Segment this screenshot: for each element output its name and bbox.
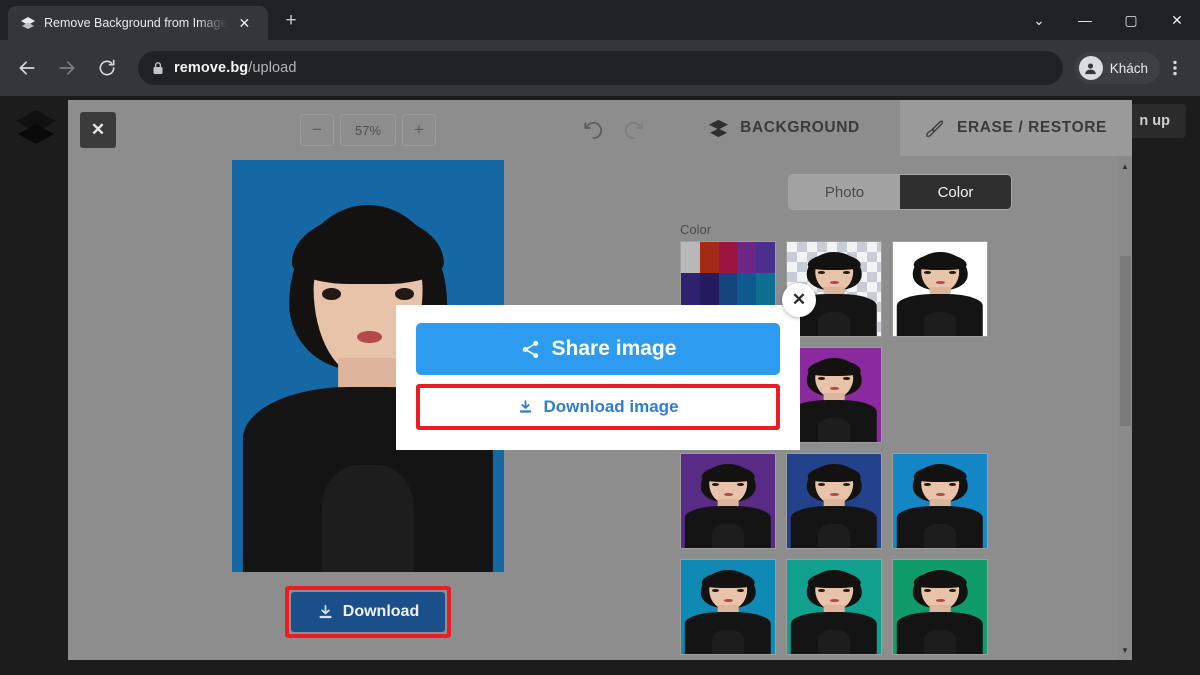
tab-strip: Remove Background from Image ✕ + <box>8 4 304 40</box>
brush-icon <box>925 118 946 139</box>
portrait-mouth <box>357 331 381 343</box>
palette-swatch[interactable] <box>681 242 700 273</box>
background-thumbnail[interactable] <box>892 241 988 337</box>
kebab-menu-icon[interactable] <box>1160 51 1190 85</box>
download-modal: ✕ Share image Download image <box>396 305 800 450</box>
close-icon[interactable]: ✕ <box>235 14 253 32</box>
url-path: /upload <box>248 60 296 76</box>
scrollbar-thumb[interactable] <box>1120 256 1131 426</box>
panel-tabs: BACKGROUND ERASE / RESTORE <box>668 100 1132 156</box>
background-thumbnail[interactable] <box>892 559 988 655</box>
download-highlight: Download <box>285 586 451 638</box>
portrait-fringe <box>292 214 444 284</box>
modal-close-button[interactable]: ✕ <box>782 283 816 317</box>
tab-title: Remove Background from Image <box>44 16 227 30</box>
background-thumbnail[interactable] <box>786 453 882 549</box>
palette-swatch[interactable] <box>719 273 738 304</box>
browser-titlebar: Remove Background from Image ✕ + ⌄ — ▢ ✕ <box>0 0 1200 40</box>
download-icon <box>517 399 534 416</box>
forward-button[interactable] <box>50 51 84 85</box>
thumb-navy <box>787 454 881 548</box>
download-image-button[interactable]: Download image <box>420 388 776 426</box>
browser-window: Remove Background from Image ✕ + ⌄ — ▢ ✕… <box>0 0 1200 675</box>
url-text: remove.bg/upload <box>174 60 297 76</box>
background-thumbnail[interactable] <box>680 559 776 655</box>
palette-swatch[interactable] <box>756 273 775 304</box>
background-thumbnail[interactable] <box>786 559 882 655</box>
person-icon <box>1079 56 1103 80</box>
zoom-controls: − 57% + <box>300 114 436 146</box>
layers-icon <box>20 15 36 31</box>
share-image-button[interactable]: Share image <box>416 323 780 375</box>
tab-erase-restore[interactable]: ERASE / RESTORE <box>900 100 1132 156</box>
history-controls <box>576 114 650 146</box>
panel-scrollbar[interactable]: ▲ ▼ <box>1116 156 1132 660</box>
portrait-eye-left <box>322 288 341 300</box>
segment-color[interactable]: Color <box>900 175 1011 209</box>
photo-color-toggle: Photo Color <box>788 174 1012 210</box>
profile-name: Khách <box>1110 61 1148 76</box>
thumb-violet <box>681 454 775 548</box>
tab-background-label: BACKGROUND <box>740 119 860 137</box>
background-thumbnail[interactable] <box>680 453 776 549</box>
background-thumbnail-placeholder <box>892 347 988 443</box>
photo-color-toggle-wrap: Photo Color <box>668 156 1132 210</box>
palette-swatch[interactable] <box>700 242 719 273</box>
thumb-blue <box>893 454 987 548</box>
download-row: Download <box>68 586 668 638</box>
address-bar[interactable]: remove.bg/upload <box>138 51 1063 85</box>
palette-swatch[interactable] <box>681 273 700 304</box>
palette-swatch[interactable] <box>700 273 719 304</box>
download-button-label: Download <box>343 603 419 621</box>
lock-icon <box>152 61 164 75</box>
zoom-level-display: 57% <box>340 114 396 146</box>
download-icon <box>317 604 334 621</box>
reload-button[interactable] <box>90 51 124 85</box>
removebg-logo-icon[interactable] <box>14 104 58 148</box>
layers-icon <box>708 118 729 139</box>
download-image-highlight: Download image <box>416 384 780 430</box>
chevron-down-icon[interactable]: ⌄ <box>1016 0 1062 40</box>
thumb-white <box>893 242 987 336</box>
palette-swatch[interactable] <box>756 242 775 273</box>
minimize-icon[interactable]: — <box>1062 0 1108 40</box>
close-window-icon[interactable]: ✕ <box>1154 0 1200 40</box>
thumb-cyan <box>681 560 775 654</box>
background-thumbnail[interactable] <box>786 347 882 443</box>
maximize-icon[interactable]: ▢ <box>1108 0 1154 40</box>
tab-erase-restore-label: ERASE / RESTORE <box>957 119 1107 137</box>
zoom-out-button[interactable]: − <box>300 114 334 146</box>
profile-button[interactable]: Khách <box>1075 52 1160 84</box>
download-button[interactable]: Download <box>291 592 445 632</box>
thumb-green <box>893 560 987 654</box>
thumb-teal <box>787 560 881 654</box>
tab-background[interactable]: BACKGROUND <box>668 100 900 156</box>
palette-swatch[interactable] <box>719 242 738 273</box>
background-thumbnail[interactable] <box>892 453 988 549</box>
sign-up-button[interactable]: n up <box>1123 104 1186 138</box>
back-button[interactable] <box>10 51 44 85</box>
caret-up-icon[interactable]: ▲ <box>1117 158 1132 174</box>
share-image-label: Share image <box>552 337 677 361</box>
segment-photo[interactable]: Photo <box>789 175 900 209</box>
share-icon <box>520 339 541 360</box>
palette-swatch[interactable] <box>737 242 756 273</box>
undo-icon[interactable] <box>576 114 610 146</box>
zoom-in-button[interactable]: + <box>402 114 436 146</box>
redo-icon[interactable] <box>616 114 650 146</box>
palette-swatch[interactable] <box>737 273 756 304</box>
canvas-toolbar: ✕ − 57% + <box>68 100 668 160</box>
browser-tab[interactable]: Remove Background from Image ✕ <box>8 6 268 40</box>
download-image-label: Download image <box>543 397 678 417</box>
window-controls: ⌄ — ▢ ✕ <box>1016 0 1200 40</box>
portrait-shirt <box>322 465 414 572</box>
color-section-label: Color <box>680 222 1132 237</box>
close-editor-button[interactable]: ✕ <box>80 112 116 148</box>
caret-down-icon[interactable]: ▼ <box>1117 642 1132 658</box>
new-tab-button[interactable]: + <box>278 8 304 34</box>
url-domain: remove.bg <box>174 60 248 76</box>
modal-content: Share image Download image <box>396 305 800 448</box>
thumb-purple <box>787 348 881 442</box>
browser-toolbar: remove.bg/upload Khách <box>0 40 1200 96</box>
